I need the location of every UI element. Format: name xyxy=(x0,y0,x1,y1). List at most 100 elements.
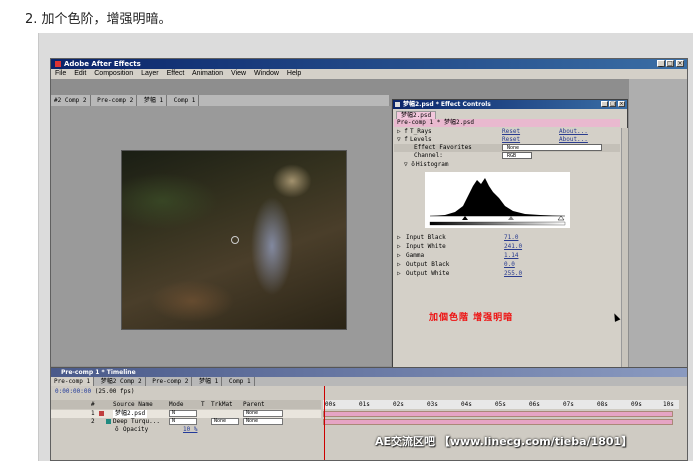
tab-dream-1[interactable]: 梦幅 1 xyxy=(196,377,223,386)
menu-file[interactable]: File xyxy=(55,70,66,77)
column-num: # xyxy=(91,401,95,408)
tab-comp-dream-1[interactable]: 梦幅 1 xyxy=(141,95,168,106)
layer-row[interactable]: 1 梦幅2.psd N None xyxy=(51,410,321,418)
param-value[interactable]: 1.14 xyxy=(504,252,518,260)
gamma-slider-icon xyxy=(508,216,514,220)
opacity-property-row[interactable]: ō Opacity 10 % xyxy=(51,426,321,434)
param-label: Input Black xyxy=(406,234,446,241)
layer-mode-select[interactable]: N xyxy=(169,410,197,417)
param-row-gamma[interactable]: ▷ Gamma 1.14 xyxy=(394,252,620,260)
effect-name: Levels xyxy=(410,136,432,143)
effect-controls-scrollbar[interactable] xyxy=(621,128,628,380)
app-icon xyxy=(55,61,61,67)
after-effects-window: Adobe After Effects _ □ × File Edit Comp… xyxy=(50,58,688,461)
column-t: T xyxy=(201,401,205,408)
layer-column-headers: # Source Name Mode T TrkMat Parent xyxy=(51,400,321,409)
param-value[interactable]: 255.0 xyxy=(504,270,522,278)
param-row-input-white[interactable]: ▷ Input White 241.0 xyxy=(394,243,620,251)
expand-arrow-icon[interactable]: ▷ xyxy=(397,234,401,242)
menu-edit[interactable]: Edit xyxy=(74,70,86,77)
menu-composition[interactable]: Composition xyxy=(94,70,133,77)
ruler-tick: 06s xyxy=(529,401,540,408)
menu-window[interactable]: Window xyxy=(254,70,279,77)
effect-row-t-rays[interactable]: ▷ f T_Rays Reset About... xyxy=(394,128,620,136)
watermark-text: AE交流区吧 【www.linecg.com/tieba/1801】 xyxy=(375,435,633,448)
effect-favorites-label: Effect Favorites xyxy=(414,144,472,151)
param-label: Input White xyxy=(406,243,446,250)
layer-number: 1 xyxy=(91,410,95,417)
anchor-point-icon[interactable] xyxy=(231,236,239,244)
levels-histogram[interactable] xyxy=(425,172,570,228)
menu-effect[interactable]: Effect xyxy=(167,70,185,77)
menu-view[interactable]: View xyxy=(231,70,246,77)
layer-mode-select[interactable]: N xyxy=(169,418,197,425)
expand-arrow-icon[interactable]: ▷ f xyxy=(397,128,408,136)
tab-dream-comp-2[interactable]: 梦幅2 Comp 2 xyxy=(98,377,146,386)
param-value[interactable]: 71.0 xyxy=(504,234,518,242)
reset-link[interactable]: Reset xyxy=(502,136,520,144)
histogram-label: Histogram xyxy=(416,161,449,168)
timeline-titlebar: Pre-comp 1 * Timeline xyxy=(51,368,687,377)
expand-arrow-icon[interactable]: ▷ xyxy=(397,243,401,251)
channel-select[interactable]: RGB xyxy=(502,152,532,159)
expand-arrow-icon[interactable]: ▷ xyxy=(397,261,401,269)
ruler-tick: 07s xyxy=(563,401,574,408)
ruler-tick: 00s xyxy=(325,401,336,408)
about-link[interactable]: About... xyxy=(559,128,588,136)
histogram-row: ▽ ō Histogram xyxy=(394,161,620,169)
menu-help[interactable]: Help xyxy=(287,70,301,77)
opacity-value[interactable]: 10 % xyxy=(183,426,197,434)
panel-maximize-button[interactable]: □ xyxy=(609,101,616,107)
param-row-input-black[interactable]: ▷ Input Black 71.0 xyxy=(394,234,620,242)
frame-rate: (25.00 fps) xyxy=(94,388,135,395)
tab-comp-1[interactable]: Comp 1 xyxy=(171,95,200,106)
maximize-button[interactable]: □ xyxy=(666,60,674,67)
menu-animation[interactable]: Animation xyxy=(192,70,223,77)
effect-controls-tab[interactable]: 梦幅2.psd xyxy=(396,111,437,119)
tab-pre-comp-2[interactable]: Pre-comp 2 xyxy=(94,95,138,106)
panel-close-button[interactable]: × xyxy=(618,101,625,107)
reset-link[interactable]: Reset xyxy=(502,128,520,136)
param-value[interactable]: 0.0 xyxy=(504,261,515,269)
composition-image[interactable] xyxy=(121,150,347,330)
layer-name[interactable]: Deep Turqu... xyxy=(113,418,160,426)
ruler-tick: 02s xyxy=(393,401,404,408)
tab-pre-comp-1[interactable]: Pre-comp 1 xyxy=(51,377,95,386)
column-trkmat: TrkMat xyxy=(211,401,233,408)
layer-duration-bar[interactable] xyxy=(323,411,673,417)
close-button[interactable]: × xyxy=(676,60,684,67)
layer-parent-select[interactable]: None xyxy=(243,410,283,417)
menu-bar: File Edit Composition Layer Effect Anima… xyxy=(51,69,687,79)
layer-row[interactable]: 2 Deep Turqu... N None None xyxy=(51,418,321,426)
composition-viewer[interactable] xyxy=(51,106,391,366)
param-value[interactable]: 241.0 xyxy=(504,243,522,251)
minimize-button[interactable]: _ xyxy=(657,60,665,67)
ruler-tick: 04s xyxy=(461,401,472,408)
opacity-label: Opacity xyxy=(123,426,149,433)
input-black-slider-icon xyxy=(462,216,468,220)
timecode-display[interactable]: 0:00:00:00 (25.00 fps) xyxy=(55,388,135,395)
expand-arrow-icon[interactable]: ▷ xyxy=(397,252,401,260)
layer-parent-select[interactable]: None xyxy=(243,418,283,425)
tab-pre-comp-2[interactable]: Pre-comp 2 xyxy=(149,377,193,386)
layer-duration-bar[interactable] xyxy=(323,419,673,425)
param-row-output-black[interactable]: ▷ Output Black 0.0 xyxy=(394,261,620,269)
collapse-arrow-icon[interactable]: ▽ f xyxy=(397,136,408,144)
stopwatch-icon[interactable]: ō xyxy=(115,426,119,434)
layer-trkmat-select[interactable]: None xyxy=(211,418,239,425)
expand-arrow-icon[interactable]: ▷ xyxy=(397,270,401,278)
effect-favorites-select[interactable]: None xyxy=(502,144,602,151)
param-row-output-white[interactable]: ▷ Output White 255.0 xyxy=(394,270,620,278)
ruler-tick: 10s xyxy=(663,401,674,408)
tab-comp-1[interactable]: Comp 1 xyxy=(226,377,255,386)
about-link[interactable]: About... xyxy=(559,136,588,144)
effect-row-levels[interactable]: ▽ f Levels Reset About... xyxy=(394,136,620,144)
menu-layer[interactable]: Layer xyxy=(141,70,159,77)
panel-minimize-button[interactable]: _ xyxy=(601,101,608,107)
layer-name[interactable]: 梦幅2.psd xyxy=(113,410,148,418)
histogram-arrow-icon[interactable]: ▽ ō xyxy=(404,161,415,169)
time-ruler[interactable]: 00s 01s 02s 03s 04s 05s 06s 07s 08s 09s … xyxy=(323,400,679,409)
current-timecode[interactable]: 0:00:00:00 xyxy=(55,388,91,395)
tab-comp-2[interactable]: #2 Comp 2 xyxy=(51,95,91,106)
current-time-indicator[interactable] xyxy=(324,386,325,460)
